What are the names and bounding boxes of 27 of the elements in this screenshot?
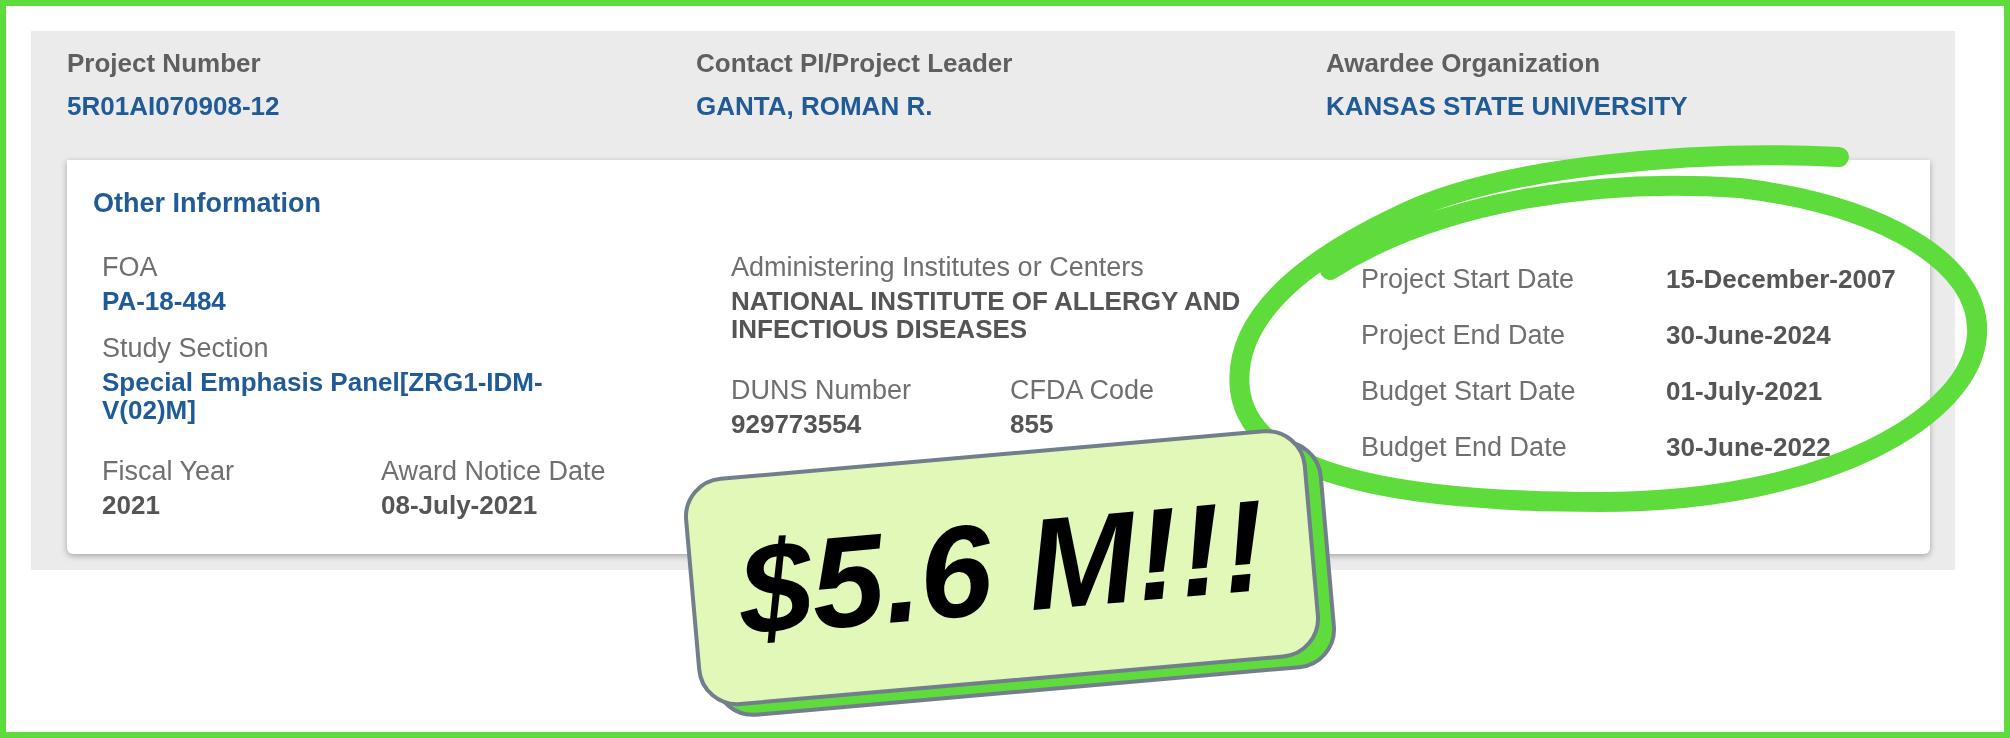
field-label: Project Start Date (1361, 263, 1575, 295)
field-label: CFDA Code (1010, 374, 1155, 406)
field-label: Budget Start Date (1361, 375, 1576, 407)
field-link[interactable]: GANTA, ROMAN R. (696, 90, 933, 122)
field-value: 01-July-2021 (1666, 375, 1823, 407)
field-label: Study Section (102, 332, 269, 364)
field-value: 08-July-2021 (381, 491, 538, 519)
section-title: Other Information (93, 187, 321, 220)
field-label: Budget End Date (1361, 431, 1567, 463)
field-label: FOA (102, 251, 158, 283)
field-value: 2021 (102, 491, 160, 519)
field-link[interactable]: Special Emphasis Panel[ZRG1-IDM-V(02)M] (102, 368, 602, 424)
field-value: 15-December-2007 (1666, 263, 1896, 295)
field-label: DUNS Number (731, 374, 912, 406)
field-value: NATIONAL INSTITUTE OF ALLERGY AND INFECTIOUS DISEASES (731, 287, 1242, 343)
field-label: Awardee Organization (1326, 47, 1601, 79)
field-value: 30-June-2024 (1666, 319, 1831, 351)
field-label: Project End Date (1361, 319, 1566, 351)
field-label: Award Notice Date (381, 455, 606, 487)
field-label: Fiscal Year (102, 455, 235, 487)
field-label: Administering Institutes or Centers (731, 251, 1144, 283)
field-link[interactable]: PA-18-484 (102, 287, 226, 315)
field-value: 30-June-2022 (1666, 431, 1831, 463)
field-link[interactable]: KANSAS STATE UNIVERSITY (1326, 90, 1688, 122)
field-label: Contact PI/Project Leader (696, 47, 1013, 79)
field-label: Project Number (67, 47, 261, 79)
field-link[interactable]: 5R01AI070908-12 (67, 90, 280, 122)
